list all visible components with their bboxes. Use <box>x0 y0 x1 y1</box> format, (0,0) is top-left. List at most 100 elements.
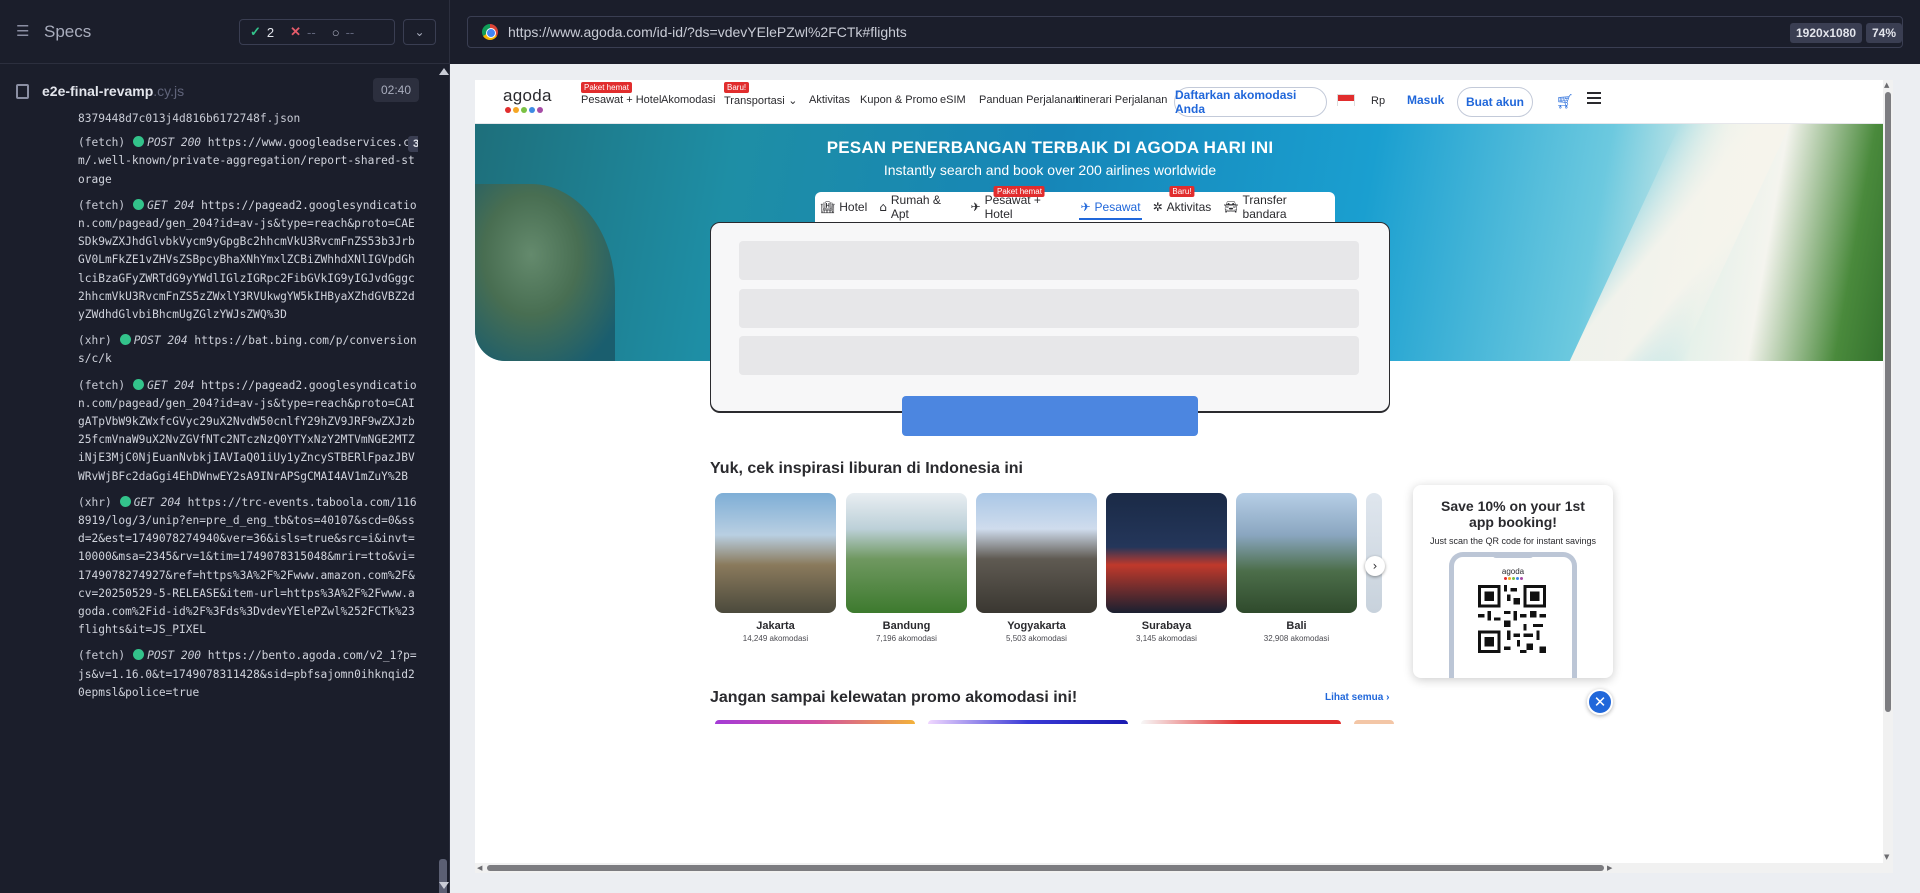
scroll-up-icon[interactable] <box>439 68 449 75</box>
search-field-placeholder[interactable] <box>739 241 1359 280</box>
currency-selector[interactable]: Rp <box>1371 95 1385 107</box>
tab-hotel[interactable]: 🏨︎ Hotel <box>815 192 872 222</box>
destination-name: Jakarta <box>756 620 795 632</box>
app-preview: agoda Pesawat + Hotel Paket hemat Akomodas… <box>450 64 1920 893</box>
destination-card[interactable]: Bali 32,908 akomodasi <box>1236 493 1357 643</box>
chevron-right-icon: › <box>1386 692 1390 703</box>
promo-card[interactable] <box>715 720 915 724</box>
nav-item[interactable]: Itinerari Perjalanan <box>1075 94 1167 106</box>
search-field-placeholder[interactable] <box>739 336 1359 375</box>
tab-rumah-apt[interactable]: ⌂ Rumah & Apt <box>874 192 963 222</box>
log-kind: (fetch) <box>78 649 126 663</box>
signup-button[interactable]: Buat akun <box>1457 87 1533 117</box>
nav-badge: Paket hemat <box>581 82 632 93</box>
url-text[interactable]: https://www.agoda.com/id-id/?ds=vdevYEle… <box>508 24 907 40</box>
tab-transfer-bandara[interactable]: 🚘︎ Transfer bandara <box>1218 192 1335 222</box>
close-popup-icon[interactable]: ✕ <box>1587 689 1613 715</box>
tab-pesawat[interactable]: ✈︎ Pesawat <box>1075 192 1145 222</box>
scroll-down-icon[interactable]: ▼ <box>1884 853 1889 861</box>
search-field-placeholder[interactable] <box>739 289 1359 328</box>
nav-item[interactable]: Pesawat + Hotel Paket hemat <box>581 82 661 106</box>
log-entry[interactable]: (xhr) POST 204 https://bat.bing.com/p/con… <box>16 332 418 368</box>
login-link[interactable]: Masuk <box>1407 93 1444 107</box>
log-entry[interactable]: (fetch) GET 204 https://pagead2.googlesyn… <box>16 197 418 324</box>
destination-count: 14,249 akomodasi <box>742 634 809 643</box>
promo-card[interactable] <box>928 720 1128 724</box>
nav-item[interactable]: Kupon & Promo <box>860 94 938 106</box>
nav-item[interactable]: Transportasi ⌄ Baru! <box>724 82 797 107</box>
promo-card[interactable] <box>1141 720 1341 724</box>
log-kind: (xhr) <box>78 334 112 348</box>
scroll-down-icon[interactable] <box>439 882 449 889</box>
tab-pesawat-hotel[interactable]: ✈︎ Pesawat + Hotel Paket hemat <box>966 186 1074 222</box>
chevron-down-button[interactable]: ⌄ <box>403 19 436 45</box>
nav-item[interactable]: eSIM <box>940 94 966 106</box>
app-download-popup: Save 10% on your 1st app booking! Just s… <box>1413 485 1613 678</box>
page-vscroll-thumb[interactable] <box>1885 92 1891 712</box>
app-promo-subtitle: Just scan the QR code for instant saving… <box>1429 536 1597 546</box>
scroll-right-icon[interactable]: ▶ <box>1607 864 1612 872</box>
spec-file-ext: .cy.js <box>153 83 185 99</box>
log-entry[interactable]: (fetch) POST 200 https://bento.agoda.com/… <box>16 647 418 702</box>
destination-image <box>976 493 1097 613</box>
page-hscroll-thumb[interactable] <box>487 865 1604 871</box>
destination-name: Bandung <box>882 620 931 632</box>
nav-item-label: Panduan Perjalanan <box>979 94 1079 106</box>
destination-card[interactable]: Yogyakarta 5,503 akomodasi <box>976 493 1097 643</box>
cart-icon[interactable]: 🛒︎ <box>1556 93 1574 110</box>
destination-card-partial[interactable] <box>1366 493 1382 613</box>
product-tabs: 🏨︎ Hotel ⌂ Rumah & Apt ✈︎ Pesawat + Hotel Pake… <box>815 186 1335 222</box>
specs-list-icon[interactable]: ☰ <box>16 24 34 39</box>
menu-icon[interactable] <box>1587 92 1601 104</box>
logo-text: agoda <box>503 86 552 105</box>
search-button[interactable] <box>902 396 1198 436</box>
destination-image <box>1236 493 1357 613</box>
nav-item-label: Aktivitas <box>809 94 850 106</box>
nav-item-label: Itinerari Perjalanan <box>1075 94 1168 106</box>
log-kind: (xhr) <box>78 495 112 509</box>
nav-item[interactable]: Panduan Perjalanan <box>979 94 1079 106</box>
language-flag-icon[interactable] <box>1337 94 1355 106</box>
nav-badge: Baru! <box>724 82 750 93</box>
list-property-button[interactable]: Daftarkan akomodasi Anda <box>1174 87 1327 117</box>
nav-item[interactable]: Akomodasi <box>661 94 715 106</box>
log-status: POST 200 <box>147 649 202 663</box>
app-promo-title: Save 10% on your 1st app booking! <box>1441 498 1585 530</box>
passed-icon: ✓ <box>250 24 261 39</box>
tab-aktivitas[interactable]: ✲ Aktivitas Baru! <box>1148 186 1217 222</box>
logo-dot <box>513 107 519 113</box>
phone-logo-dots <box>1504 577 1523 580</box>
logo-dot <box>505 107 511 113</box>
log-status: GET 204 <box>147 378 195 392</box>
destination-card[interactable]: Jakarta 14,249 akomodasi <box>715 493 836 643</box>
see-all-label: Lihat semua <box>1325 692 1384 703</box>
promo-card[interactable] <box>1354 720 1394 724</box>
log-url: https://trc-events.taboola.com/1168919/l… <box>78 495 417 637</box>
flight-search-card <box>710 222 1390 412</box>
tab-label: Rumah & Apt <box>890 193 941 221</box>
specs-label[interactable]: Specs <box>44 22 91 42</box>
flight-hotel-icon: ✈︎ <box>970 200 981 214</box>
command-log: 8379448d7c013j4d816b6172748f.json ›(fetc… <box>16 110 418 870</box>
log-status: GET 204 <box>147 198 195 212</box>
status-dot-icon <box>119 495 131 507</box>
phone-logo-dot <box>1512 577 1515 580</box>
phone-logo-dot <box>1520 577 1523 580</box>
log-entry[interactable]: (fetch) GET 204 https://pagead2.googlesyn… <box>16 377 418 486</box>
scroll-up-icon[interactable]: ▲ <box>1884 81 1889 89</box>
nav-item[interactable]: Aktivitas <box>809 94 850 106</box>
destination-card[interactable]: Bandung 7,196 akomodasi <box>846 493 967 643</box>
viewport-zoom: 74% <box>1866 23 1903 43</box>
spec-file-row[interactable]: e2e-final-revamp .cy.js 02:40 <box>16 78 419 104</box>
page-horizontal-scrollbar[interactable]: ◀ ▶ <box>475 863 1883 873</box>
log-entry[interactable]: (xhr) GET 204 https://trc-events.taboola.… <box>16 494 418 640</box>
scroll-left-icon[interactable]: ◀ <box>477 864 482 872</box>
carousel-next-icon[interactable]: › <box>1365 556 1385 576</box>
page-vertical-scrollbar[interactable]: ▲ ▼ <box>1883 80 1893 873</box>
destination-card[interactable]: Surabaya 3,145 akomodasi <box>1106 493 1227 643</box>
destination-count: 3,145 akomodasi <box>1136 634 1197 643</box>
see-all-link[interactable]: Lihat semua › <box>1325 692 1389 703</box>
agoda-logo[interactable]: agoda <box>503 86 552 113</box>
log-scrollbar[interactable] <box>436 64 450 893</box>
log-entry[interactable]: ›(fetch)POST 200 https://www.googleadser… <box>16 134 418 189</box>
